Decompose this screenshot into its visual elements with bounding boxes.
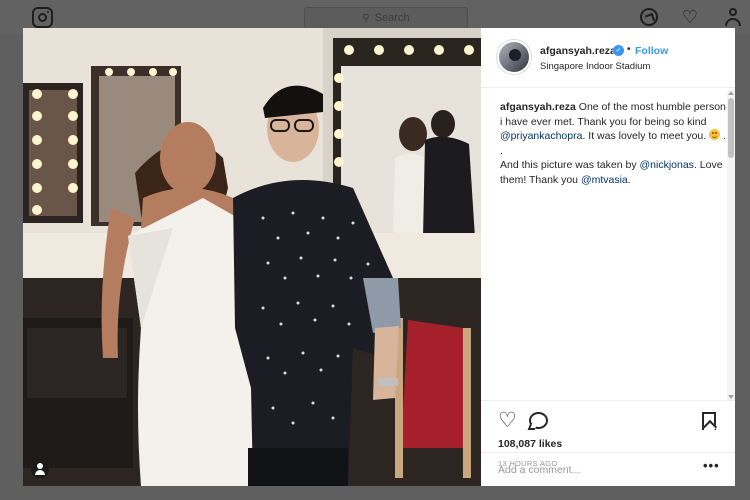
- heart-icon[interactable]: ♡: [681, 8, 699, 26]
- instagram-logo-icon[interactable]: [32, 7, 53, 28]
- post-header: afgansyah.reza ✓ • Follow Singapore Indo…: [481, 28, 735, 88]
- verified-badge-icon: ✓: [613, 45, 624, 56]
- post-caption: afgansyah.reza One of the most humble pe…: [500, 100, 726, 187]
- scroll-up-arrow-icon[interactable]: [728, 91, 734, 95]
- search-placeholder: Search: [374, 12, 410, 24]
- mention-priyankachopra[interactable]: @priyankachopra: [500, 130, 582, 142]
- person-icon[interactable]: [724, 8, 742, 26]
- bookmark-icon[interactable]: [702, 412, 716, 430]
- scrollbar-thumb[interactable]: [728, 98, 734, 158]
- caption-text-4: And this picture was taken by: [500, 159, 640, 171]
- mention-mtvasia[interactable]: @mtvasia: [581, 174, 628, 186]
- search-input[interactable]: ⚲ Search: [304, 7, 468, 29]
- separator-dot: •: [627, 44, 631, 55]
- tagged-people-icon[interactable]: [31, 460, 49, 478]
- likes-count[interactable]: 108,087 likes: [498, 438, 562, 450]
- post-panel: afgansyah.reza ✓ • Follow Singapore Indo…: [481, 28, 735, 486]
- username-link[interactable]: afgansyah.reza: [540, 45, 616, 57]
- caption-text-6: .: [627, 173, 631, 186]
- compass-icon[interactable]: [640, 8, 658, 26]
- caption-text-3: .: [720, 130, 726, 142]
- add-comment-bar: •••: [481, 452, 735, 486]
- caption-author[interactable]: afgansyah.reza: [500, 101, 576, 113]
- comment-input[interactable]: [498, 462, 688, 478]
- mention-nickjonas[interactable]: @nickjonas: [640, 159, 694, 171]
- scroll-down-arrow-icon[interactable]: [728, 395, 734, 399]
- caption-text-2: . It was lovely to meet you.: [582, 130, 710, 142]
- post-photo[interactable]: [23, 28, 481, 486]
- more-options-icon[interactable]: •••: [703, 458, 720, 473]
- location-link[interactable]: Singapore Indoor Stadium: [540, 61, 650, 72]
- search-icon: ⚲: [362, 13, 370, 24]
- caption-dot: .: [500, 144, 503, 157]
- avatar[interactable]: [497, 40, 531, 74]
- smiling-face-emoji-icon: [709, 129, 721, 140]
- comments-scrollbar[interactable]: [727, 90, 735, 400]
- like-heart-icon[interactable]: ♡: [498, 410, 517, 431]
- comment-bubble-icon[interactable]: [529, 412, 548, 429]
- follow-button[interactable]: Follow: [635, 45, 668, 57]
